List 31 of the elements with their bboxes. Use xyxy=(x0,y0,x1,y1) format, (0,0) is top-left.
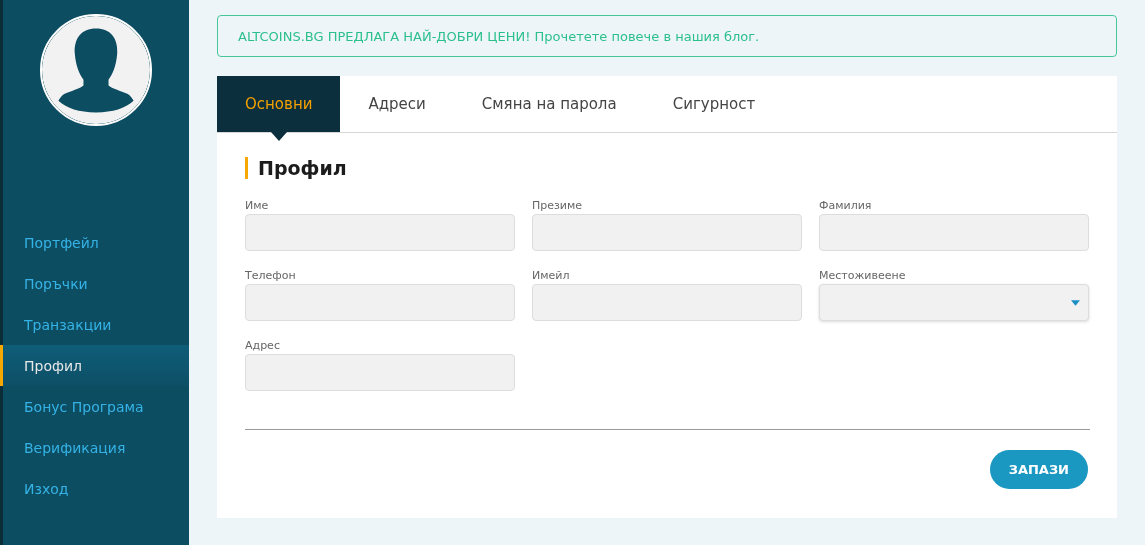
avatar-icon xyxy=(40,14,152,126)
input-field[interactable] xyxy=(532,214,802,251)
sidebar-item[interactable]: Верификация xyxy=(0,427,189,468)
input-field[interactable] xyxy=(819,214,1089,251)
save-button[interactable]: ЗАПАЗИ xyxy=(989,450,1088,489)
tab[interactable]: Сигурност xyxy=(644,76,784,132)
input-field[interactable] xyxy=(245,214,515,251)
sidebar-item[interactable]: Бонус Програма xyxy=(0,386,189,427)
tab-pointer-icon xyxy=(270,132,287,141)
info-banner: ALTCOINS.BG ПРЕДЛАГА НАЙ-ДОБРИ ЦЕНИ! Прочетете повече в нашия блог. xyxy=(217,15,1117,57)
caret-icon xyxy=(1071,300,1080,306)
sidebar-item[interactable]: Поръчки xyxy=(0,263,189,304)
field-label: Имейл xyxy=(532,269,571,282)
field-label: Презиме xyxy=(532,199,584,212)
field-label: Адрес xyxy=(245,339,281,352)
field-label: Местоживеене xyxy=(819,269,907,282)
tab[interactable]: Смяна на парола xyxy=(453,76,645,132)
section-title: Профил xyxy=(245,157,1090,179)
sidebar-item[interactable]: Портфейл xyxy=(0,222,189,263)
field-label: Фамилия xyxy=(819,199,873,212)
field-label: Име xyxy=(245,199,270,212)
field-label: Телефон xyxy=(245,269,297,282)
input-field[interactable] xyxy=(245,284,515,321)
input-field[interactable] xyxy=(532,284,802,321)
sidebar-item[interactable]: Изход xyxy=(0,468,189,509)
input-field[interactable] xyxy=(245,354,515,391)
tab[interactable]: Адреси xyxy=(340,76,454,132)
dropdown-field[interactable] xyxy=(819,284,1089,321)
sidebar-item[interactable]: Профил xyxy=(0,345,189,386)
tab[interactable]: Основни xyxy=(217,76,341,132)
sidebar-item[interactable]: Транзакции xyxy=(0,304,189,345)
